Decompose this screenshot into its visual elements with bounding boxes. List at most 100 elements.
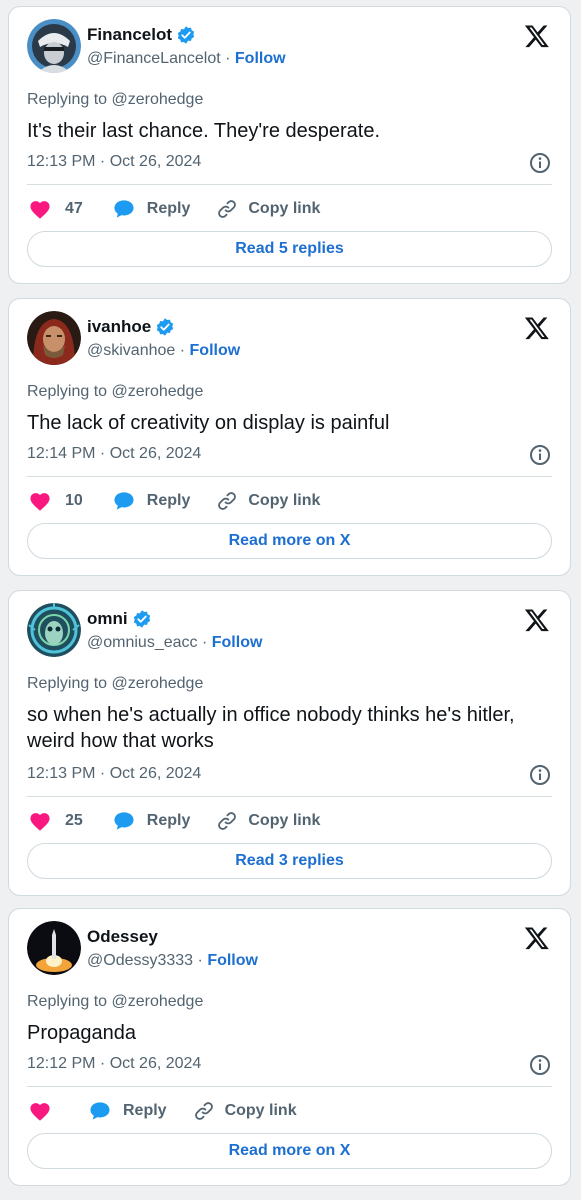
replying-to: Replying to @zerohedge: [27, 383, 204, 400]
verified-badge-icon: [177, 26, 195, 44]
avatar[interactable]: [27, 921, 81, 975]
like-button[interactable]: [29, 1101, 65, 1121]
divider: [27, 476, 552, 477]
tweet-feed: Financelot @FinanceLancelot · Follow Rep…: [0, 0, 581, 1200]
speech-bubble-icon: [90, 1102, 110, 1120]
replying-to: Replying to @zerohedge: [27, 91, 204, 108]
reply-button[interactable]: Reply: [113, 199, 191, 219]
avatar[interactable]: [27, 19, 81, 73]
reply-label: Reply: [146, 812, 191, 829]
speech-bubble-icon: [114, 812, 134, 830]
heart-icon: [30, 201, 50, 219]
like-button[interactable]: 47: [29, 199, 83, 219]
author-handle[interactable]: @FinanceLancelot: [87, 50, 221, 67]
like-count: 10: [65, 492, 83, 509]
author-name[interactable]: Odessey: [87, 927, 158, 947]
handle-row: @skivanhoe · Follow: [87, 342, 240, 360]
heart-icon: [30, 813, 50, 831]
read-replies-button[interactable]: Read 5 replies: [27, 231, 552, 267]
copy-link-label: Copy link: [248, 812, 321, 829]
author-name-row: ivanhoe: [87, 317, 175, 337]
x-logo-icon[interactable]: [524, 925, 550, 951]
copy-link-button[interactable]: Copy link: [216, 810, 320, 832]
read-replies-button[interactable]: Read 3 replies: [27, 843, 552, 879]
timestamp[interactable]: 12:13 PM · Oct 26, 2024: [27, 153, 201, 171]
copy-link-label: Copy link: [248, 200, 321, 217]
reply-button[interactable]: Reply: [113, 491, 191, 511]
separator-dot: ·: [225, 50, 235, 67]
follow-button[interactable]: Follow: [207, 952, 258, 969]
link-icon: [218, 492, 237, 510]
copy-link-label: Copy link: [224, 1102, 297, 1119]
author-name-row: omni: [87, 609, 152, 629]
like-button[interactable]: 10: [29, 491, 83, 511]
reply-button[interactable]: Reply: [89, 1101, 167, 1121]
author-handle[interactable]: @skivanhoe: [87, 342, 175, 359]
reply-label: Reply: [146, 200, 191, 217]
read-more-button[interactable]: Read more on X: [27, 1133, 552, 1169]
separator-dot: ·: [201, 634, 212, 651]
heart-icon: [30, 493, 50, 511]
author-name[interactable]: Financelot: [87, 25, 172, 45]
follow-button[interactable]: Follow: [212, 634, 263, 651]
like-count: 47: [65, 200, 83, 217]
copy-link-button[interactable]: Copy link: [216, 198, 320, 220]
x-logo-icon[interactable]: [524, 607, 550, 633]
author-name-row: Financelot: [87, 25, 196, 45]
tweet-text: The lack of creativity on display is pai…: [27, 412, 390, 434]
copy-link-button[interactable]: Copy link: [216, 490, 320, 512]
action-bar: 47 Reply Copy link: [29, 196, 552, 222]
reply-label: Reply: [123, 1102, 167, 1119]
info-icon[interactable]: [528, 443, 552, 467]
verified-badge-icon: [157, 318, 174, 336]
link-icon: [218, 200, 237, 218]
tweet-card: ivanhoe @skivanhoe · Follow Replying to …: [8, 298, 571, 576]
verified-badge-icon: [133, 610, 150, 628]
handle-row: @omnius_eacc · Follow: [87, 634, 262, 652]
tweet-text: Propaganda: [27, 1022, 136, 1044]
tweet-card: Odessey @Odessy3333 · Follow Replying to…: [8, 908, 571, 1186]
speech-bubble-icon: [114, 492, 134, 510]
tweet-card: omni @omnius_eacc · Follow Replying to @…: [8, 590, 571, 896]
timestamp[interactable]: 12:14 PM · Oct 26, 2024: [27, 445, 201, 463]
separator-dot: ·: [197, 952, 208, 969]
divider: [27, 1086, 552, 1087]
handle-row: @Odessy3333 · Follow: [87, 952, 258, 970]
like-count: 25: [65, 812, 83, 829]
x-logo-icon[interactable]: [524, 23, 550, 49]
author-name-row: Odessey: [87, 927, 158, 947]
divider: [27, 184, 552, 185]
replying-to: Replying to @zerohedge: [27, 993, 204, 1010]
author-name[interactable]: omni: [87, 609, 128, 629]
follow-button[interactable]: Follow: [190, 342, 241, 359]
author-handle[interactable]: @Odessy3333: [87, 952, 193, 969]
follow-button[interactable]: Follow: [235, 50, 286, 67]
x-logo-icon[interactable]: [524, 315, 550, 341]
timestamp[interactable]: 12:13 PM · Oct 26, 2024: [27, 765, 201, 783]
author-name[interactable]: ivanhoe: [87, 317, 151, 337]
heart-icon: [30, 1103, 50, 1121]
handle-row: @FinanceLancelot · Follow: [87, 50, 286, 68]
avatar[interactable]: [27, 311, 81, 365]
reply-label: Reply: [146, 492, 191, 509]
copy-link-button[interactable]: Copy link: [193, 1100, 297, 1122]
link-icon: [218, 812, 237, 830]
info-icon[interactable]: [528, 763, 552, 787]
reply-button[interactable]: Reply: [113, 811, 191, 831]
tweet-card: Financelot @FinanceLancelot · Follow Rep…: [8, 6, 571, 284]
info-icon[interactable]: [528, 1053, 552, 1077]
replying-to: Replying to @zerohedge: [27, 675, 204, 692]
timestamp[interactable]: 12:12 PM · Oct 26, 2024: [27, 1055, 201, 1073]
action-bar: 25 Reply Copy link: [29, 808, 552, 834]
separator-dot: ·: [179, 342, 190, 359]
copy-link-label: Copy link: [248, 492, 321, 509]
read-more-button[interactable]: Read more on X: [27, 523, 552, 559]
info-icon[interactable]: [528, 151, 552, 175]
divider: [27, 796, 552, 797]
tweet-text: It's their last chance. They're desperat…: [27, 120, 381, 142]
author-handle[interactable]: @omnius_eacc: [87, 634, 198, 651]
like-button[interactable]: 25: [29, 811, 83, 831]
avatar[interactable]: [27, 603, 81, 657]
link-icon: [194, 1102, 213, 1120]
action-bar: 10 Reply Copy link: [29, 488, 552, 514]
